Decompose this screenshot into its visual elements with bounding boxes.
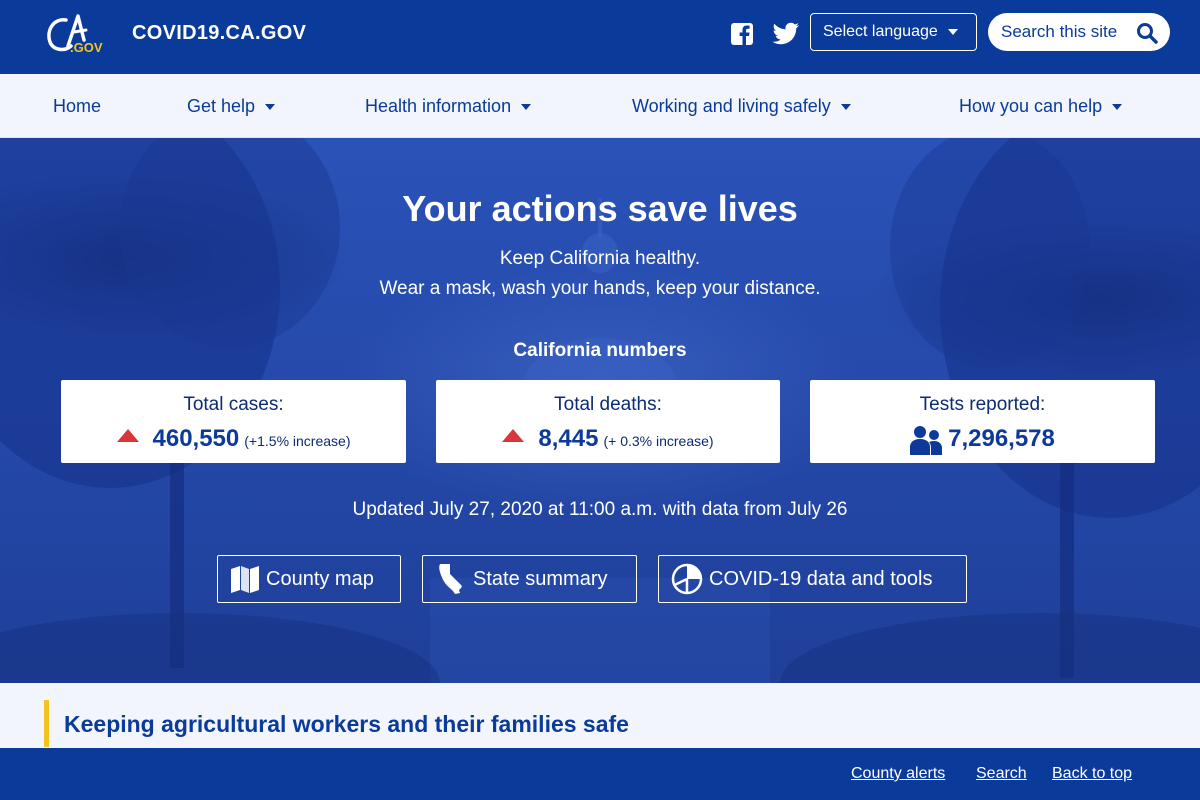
stat-value: 8,445 bbox=[538, 425, 599, 452]
language-select-label: Select language bbox=[823, 23, 938, 40]
numbers-heading: California numbers bbox=[513, 340, 687, 361]
nav-item-label: Working and living safely bbox=[632, 96, 831, 116]
people-icon bbox=[910, 426, 943, 455]
feature-accent-bar bbox=[44, 700, 49, 747]
state-summary-button[interactable]: State summary bbox=[422, 555, 637, 603]
stat-card-total-cases: Total cases: 460,550 (+1.5% increase) bbox=[61, 380, 406, 463]
nav-item-how-you-can-help[interactable]: How you can help bbox=[959, 96, 1123, 117]
button-label: County map bbox=[266, 567, 374, 590]
hero-subtitle-line1: Keep California healthy. bbox=[499, 248, 701, 269]
feature-title[interactable]: Keeping agricultural workers and their f… bbox=[64, 711, 629, 738]
california-icon bbox=[439, 564, 462, 594]
chevron-down-icon bbox=[947, 29, 958, 35]
svg-text:.GOV: .GOV bbox=[70, 40, 103, 55]
stat-value: 7,296,578 bbox=[948, 425, 1055, 452]
search-field[interactable]: Search this site bbox=[988, 13, 1170, 51]
facebook-icon[interactable] bbox=[730, 22, 754, 46]
chevron-down-icon bbox=[265, 104, 276, 111]
county-map-button[interactable]: County map bbox=[217, 555, 401, 603]
stat-change: (+1.5% increase) bbox=[244, 433, 351, 449]
stat-card-tests-reported: Tests reported: 7,296,578 bbox=[810, 380, 1155, 463]
nav-item-health-information[interactable]: Health information bbox=[365, 96, 532, 117]
nav-item-home[interactable]: Home bbox=[53, 96, 101, 117]
stat-label: Total deaths: bbox=[554, 394, 662, 415]
back-to-top-link[interactable]: Back to top bbox=[1052, 765, 1132, 783]
nav-item-label: How you can help bbox=[959, 96, 1103, 116]
arrow-up-triangle-icon bbox=[116, 428, 139, 442]
button-label: COVID-19 data and tools bbox=[709, 567, 933, 590]
nav-item-label: Get help bbox=[187, 96, 256, 116]
stat-label: Total cases: bbox=[183, 394, 284, 415]
covid-data-tools-button[interactable]: COVID-19 data and tools bbox=[658, 555, 967, 603]
ca-gov-logo[interactable]: .GOV bbox=[44, 12, 104, 56]
pie-chart-icon bbox=[671, 563, 703, 595]
search-icon[interactable] bbox=[1136, 22, 1158, 44]
nav-item-label: Health information bbox=[365, 96, 512, 116]
stat-card-total-deaths: Total deaths: 8,445 (+ 0.3% increase) bbox=[436, 380, 780, 463]
county-alerts-link[interactable]: County alerts bbox=[851, 765, 945, 783]
hero-title: Your actions save lives bbox=[402, 188, 798, 229]
sticky-footer: County alerts Search Back to top bbox=[0, 748, 1200, 800]
hero-subtitle-line2: Wear a mask, wash your hands, keep your … bbox=[379, 278, 821, 299]
twitter-icon[interactable] bbox=[772, 22, 800, 46]
stat-label: Tests reported: bbox=[919, 394, 1046, 415]
search-placeholder: Search this site bbox=[1001, 22, 1118, 41]
stat-change: (+ 0.3% increase) bbox=[603, 433, 714, 449]
nav-item-working-and-living-safely[interactable]: Working and living safely bbox=[632, 96, 851, 117]
site-name[interactable]: COVID19.CA.GOV bbox=[132, 22, 306, 45]
feature-section: Keeping agricultural workers and their f… bbox=[0, 683, 1200, 748]
hero-banner: Your actions save lives Keep California … bbox=[0, 138, 1200, 683]
nav-item-label: Home bbox=[53, 96, 102, 116]
chevron-down-icon bbox=[840, 104, 851, 111]
map-icon bbox=[231, 566, 259, 593]
button-label: State summary bbox=[473, 567, 608, 590]
language-select[interactable]: Select language bbox=[810, 13, 977, 51]
top-header: .GOV COVID19.CA.GOV Select language Sear… bbox=[0, 0, 1200, 74]
nav-item-get-help[interactable]: Get help bbox=[187, 96, 276, 117]
main-nav: Home Get help Health information Working… bbox=[0, 74, 1200, 138]
stat-value: 460,550 bbox=[152, 425, 240, 452]
search-link[interactable]: Search bbox=[976, 765, 1027, 783]
arrow-up-triangle-icon bbox=[502, 428, 525, 442]
chevron-down-icon bbox=[1112, 104, 1123, 111]
chevron-down-icon bbox=[521, 104, 532, 111]
updated-timestamp: Updated July 27, 2020 at 11:00 a.m. with… bbox=[352, 499, 848, 520]
